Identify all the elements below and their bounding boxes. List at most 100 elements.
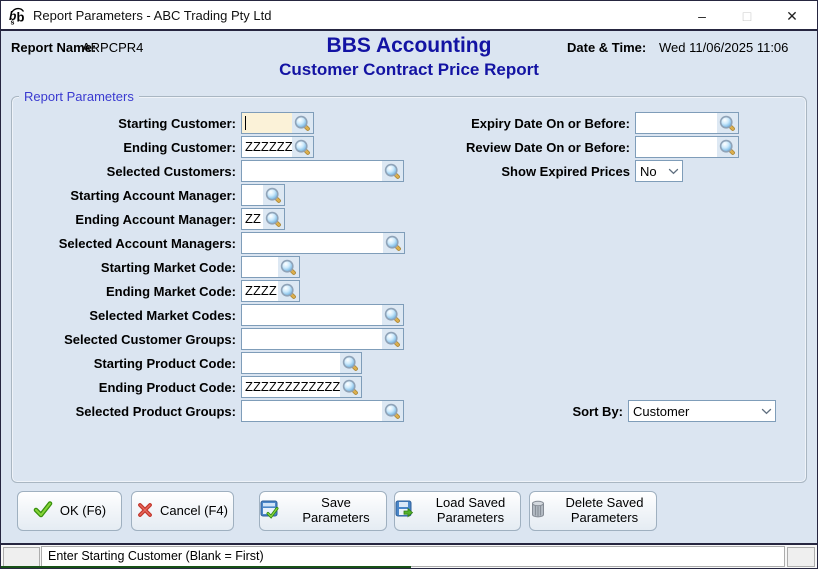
maximize-button: □ — [725, 1, 769, 31]
right-field-column: Expiry Date On or Before: Review Date On… — [405, 112, 739, 184]
search-icon[interactable] — [383, 233, 404, 253]
search-icon[interactable] — [292, 137, 313, 157]
field-label: Starting Market Code: — [13, 260, 236, 275]
bottom-progress-strip — [1, 566, 411, 568]
svg-text:b: b — [17, 10, 25, 25]
search-icon[interactable] — [263, 209, 284, 229]
datetime-value: Wed 11/06/2025 11:06 — [659, 40, 788, 55]
field-row: Ending Customer: ZZZZZZ — [13, 136, 405, 158]
search-icon[interactable] — [382, 161, 403, 181]
search-icon[interactable] — [717, 137, 738, 157]
field-row: Selected Product Groups: — [13, 400, 405, 422]
delete-saved-parameters-button[interactable]: Delete Saved Parameters — [529, 491, 657, 531]
save-parameters-button[interactable]: Save Parameters — [259, 491, 387, 531]
field-label: Show Expired Prices — [405, 164, 630, 179]
field-row: Review Date On or Before: — [405, 136, 739, 158]
search-icon[interactable] — [263, 185, 284, 205]
selected-market-codes-input[interactable] — [241, 304, 404, 326]
window-title: Report Parameters - ABC Trading Pty Ltd — [33, 1, 271, 31]
search-icon[interactable] — [382, 329, 403, 349]
field-label: Selected Customer Groups: — [13, 332, 236, 347]
selected-product-groups-input[interactable] — [241, 400, 404, 422]
field-label: Expiry Date On or Before: — [405, 116, 630, 131]
status-cell-right — [787, 547, 815, 567]
field-row: Ending Account Manager: ZZ — [13, 208, 405, 230]
client-area: Report Name: ARPCPR4 BBS Accounting Cust… — [1, 33, 817, 545]
ending-product-code-input[interactable]: ZZZZZZZZZZZZ — [241, 376, 362, 398]
expiry-date-input[interactable] — [635, 112, 739, 134]
field-label: Ending Product Code: — [13, 380, 236, 395]
page-title: Customer Contract Price Report — [1, 60, 817, 80]
text-caret — [245, 116, 246, 130]
field-row: Ending Product Code: ZZZZZZZZZZZZ — [13, 376, 405, 398]
report-parameters-window: b b s Report Parameters - ABC Trading Pt… — [0, 0, 818, 569]
datetime-label: Date & Time: — [567, 40, 646, 55]
field-row: Starting Account Manager: — [13, 184, 405, 206]
ending-account-manager-input[interactable]: ZZ — [241, 208, 285, 230]
svg-text:s: s — [11, 20, 15, 26]
save-icon — [260, 500, 279, 522]
sort-by-select[interactable]: Customer — [628, 400, 776, 422]
close-button[interactable]: ✕ — [770, 1, 814, 31]
status-cell-left — [3, 547, 40, 567]
review-date-input[interactable] — [635, 136, 739, 158]
field-label: Selected Market Codes: — [13, 308, 236, 323]
field-row: Selected Customers: — [13, 160, 405, 182]
left-field-column: Starting Customer: Ending Customer: ZZZZ… — [13, 112, 405, 424]
minimize-button[interactable]: – — [680, 1, 724, 31]
field-label: Ending Customer: — [13, 140, 236, 155]
load-saved-parameters-button[interactable]: Load Saved Parameters — [394, 491, 521, 531]
field-label: Starting Customer: — [13, 116, 236, 131]
field-label: Selected Account Managers: — [13, 236, 236, 251]
starting-market-code-input[interactable] — [241, 256, 300, 278]
field-row: Starting Product Code: — [13, 352, 405, 374]
check-icon — [33, 501, 53, 521]
field-row: Show Expired Prices No — [405, 160, 739, 182]
ending-market-code-input[interactable]: ZZZZ — [241, 280, 300, 302]
field-row: Selected Account Managers: — [13, 232, 405, 254]
field-label: Review Date On or Before: — [405, 140, 630, 155]
field-label: Ending Account Manager: — [13, 212, 236, 227]
search-icon[interactable] — [292, 113, 313, 133]
cancel-button[interactable]: Cancel (F4) — [131, 491, 234, 531]
search-icon[interactable] — [278, 257, 299, 277]
button-row: OK (F6) Cancel (F4) — [17, 491, 657, 531]
field-row: Starting Customer: — [13, 112, 405, 134]
cancel-icon — [137, 502, 153, 521]
delete-icon — [530, 500, 546, 522]
field-label: Selected Product Groups: — [13, 404, 236, 419]
search-icon[interactable] — [278, 281, 299, 301]
status-bar: Enter Starting Customer (Blank = First) — [1, 545, 817, 568]
ending-customer-input[interactable]: ZZZZZZ — [241, 136, 314, 158]
ok-button[interactable]: OK (F6) — [17, 491, 122, 531]
field-label: Starting Product Code: — [13, 356, 236, 371]
status-message: Enter Starting Customer (Blank = First) — [41, 546, 785, 567]
groupbox-legend: Report Parameters — [19, 89, 139, 104]
load-icon — [395, 500, 414, 522]
sort-by-row: Sort By: Customer — [561, 400, 776, 422]
search-icon[interactable] — [717, 113, 738, 133]
field-row: Selected Market Codes: — [13, 304, 405, 326]
search-icon[interactable] — [340, 377, 361, 397]
field-label: Selected Customers: — [13, 164, 236, 179]
starting-account-manager-input[interactable] — [241, 184, 285, 206]
field-row: Selected Customer Groups: — [13, 328, 405, 350]
selected-account-managers-input[interactable] — [241, 232, 405, 254]
show-expired-prices-select[interactable]: No — [635, 160, 683, 182]
field-label: Starting Account Manager: — [13, 188, 236, 203]
search-icon[interactable] — [382, 401, 403, 421]
selected-customer-groups-input[interactable] — [241, 328, 404, 350]
field-label: Ending Market Code: — [13, 284, 236, 299]
app-logo-icon: b b s — [8, 7, 28, 25]
chevron-down-icon — [757, 408, 775, 415]
field-row: Expiry Date On or Before: — [405, 112, 739, 134]
chevron-down-icon — [664, 168, 682, 175]
selected-customers-input[interactable] — [241, 160, 404, 182]
sort-by-label: Sort By: — [561, 404, 623, 419]
search-icon[interactable] — [340, 353, 361, 373]
search-icon[interactable] — [382, 305, 403, 325]
starting-product-code-input[interactable] — [241, 352, 362, 374]
starting-customer-input[interactable] — [241, 112, 314, 134]
field-row: Starting Market Code: — [13, 256, 405, 278]
title-bar[interactable]: b b s Report Parameters - ABC Trading Pt… — [1, 1, 817, 31]
